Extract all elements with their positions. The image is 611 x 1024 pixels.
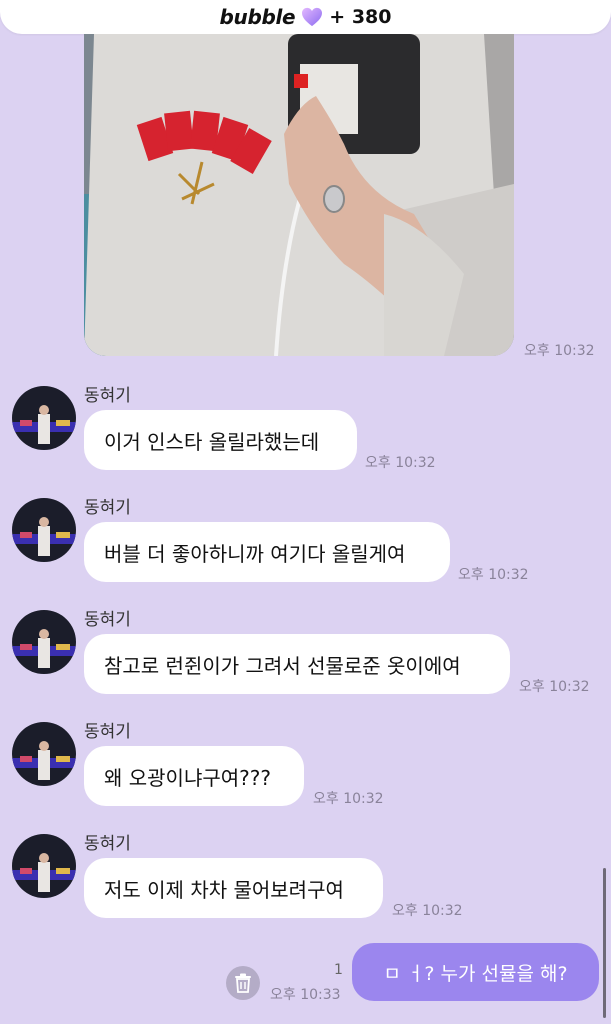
- avatar-image: [12, 386, 76, 450]
- message-timestamp: 오후 10:32: [458, 567, 529, 583]
- message-bubble[interactable]: 왜 오광이냐구여???: [84, 746, 304, 806]
- message-bubble[interactable]: 참고로 런쥔이가 그려서 선물로준 옷이에여: [84, 634, 510, 694]
- avatar-image: [12, 722, 76, 786]
- avatar[interactable]: [12, 834, 76, 898]
- message-bubble[interactable]: 저도 이제 차차 물어보려구여: [84, 858, 383, 918]
- bubble-count: + 380: [329, 6, 392, 28]
- avatar[interactable]: [12, 498, 76, 562]
- message-timestamp: 오후 10:32: [519, 679, 590, 695]
- photo-message[interactable]: [84, 34, 514, 356]
- message-bubble[interactable]: 버블 더 좋아하니까 여기다 올릴게여: [84, 522, 450, 582]
- sender-name: 동혀기: [84, 386, 131, 406]
- message-timestamp: 오후 10:32: [365, 455, 436, 471]
- avatar[interactable]: [12, 610, 76, 674]
- scrollbar[interactable]: [603, 868, 606, 1018]
- delete-button[interactable]: [226, 966, 260, 1000]
- heart-icon: [302, 7, 323, 27]
- message-timestamp: 오후 10:32: [392, 903, 463, 919]
- unread-count: 1: [334, 962, 343, 978]
- sender-name: 동혀기: [84, 498, 131, 518]
- photo-timestamp: 오후 10:32: [524, 343, 595, 359]
- trash-icon: [235, 973, 251, 993]
- mirror-selfie-image: [84, 34, 514, 356]
- header-bar: bubble + 380: [0, 0, 611, 34]
- sender-name: 동혀기: [84, 834, 131, 854]
- sender-name: 동혀기: [84, 610, 131, 630]
- message-timestamp: 오후 10:32: [313, 791, 384, 807]
- avatar[interactable]: [12, 386, 76, 450]
- sender-name: 동혀기: [84, 722, 131, 742]
- my-message-bubble[interactable]: ㅁ ㅓ? 누가 선뮬을 해?: [352, 943, 599, 1001]
- avatar-image: [12, 610, 76, 674]
- my-message-timestamp: 오후 10:33: [270, 987, 341, 1003]
- message-bubble[interactable]: 이거 인스타 올릴라했는데: [84, 410, 357, 470]
- brand-logo: bubble: [219, 5, 296, 29]
- avatar-image: [12, 834, 76, 898]
- avatar[interactable]: [12, 722, 76, 786]
- avatar-image: [12, 498, 76, 562]
